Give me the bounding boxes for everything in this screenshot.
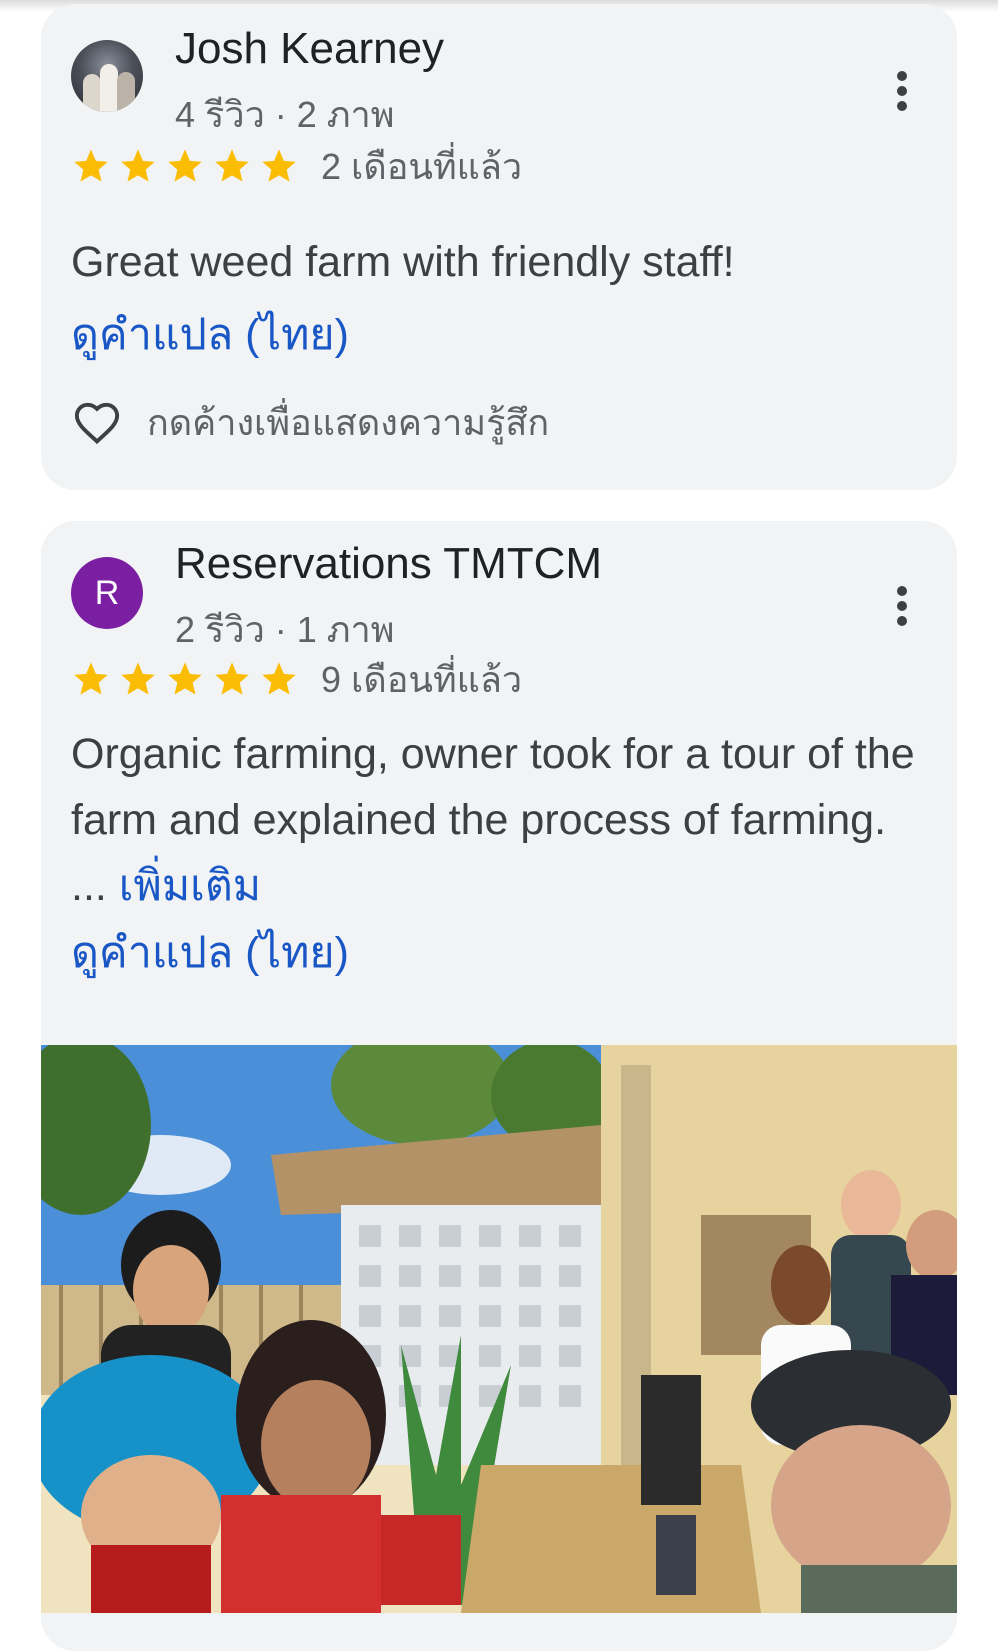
review-date: 9 เดือนที่แล้ว	[321, 658, 523, 700]
avatar[interactable]	[71, 40, 143, 112]
more-vert-icon	[897, 71, 907, 81]
star-icon	[168, 149, 202, 182]
heart-outline-icon	[74, 402, 120, 444]
more-vert-icon	[897, 586, 907, 596]
rating-stars: 9 เดือนที่แล้ว	[71, 657, 522, 701]
avatar[interactable]: R	[71, 557, 143, 629]
translate-link[interactable]: ดูคำแปล (ไทย)	[71, 918, 349, 986]
react-label: กดค้างเพื่อแสดงความรู้สึก	[147, 402, 550, 443]
reviewer-name[interactable]: Reservations TMTCM	[175, 539, 602, 589]
translate-link[interactable]: ดูคำแปล (ไทย)	[71, 300, 349, 368]
react-button[interactable]: กดค้างเพื่อแสดงความรู้สึก	[69, 394, 549, 451]
star-icon	[262, 149, 296, 182]
star-icon	[168, 662, 202, 695]
review-text: Great weed farm with friendly staff!	[71, 238, 735, 286]
star-icon	[74, 149, 108, 182]
star-icon	[215, 149, 249, 182]
review-card: Josh Kearney 4 รีวิว · 2 ภาพ 2 เดือนที่แ…	[41, 4, 957, 490]
star-icon	[121, 662, 155, 695]
reviewer-meta: 2 รีวิว · 1 ภาพ	[175, 609, 395, 650]
review-text: Organic farming, owner took for a tour o…	[71, 721, 921, 919]
more-options-button[interactable]	[887, 66, 917, 116]
rating-stars: 2 เดือนที่แล้ว	[71, 144, 522, 188]
read-more-link[interactable]: เพิ่มเติม	[119, 862, 261, 910]
reviewer-name[interactable]: Josh Kearney	[175, 24, 444, 74]
star-icon	[121, 149, 155, 182]
more-options-button[interactable]	[887, 581, 917, 631]
star-icon	[215, 662, 249, 695]
reviewer-meta: 4 รีวิว · 2 ภาพ	[175, 94, 395, 135]
star-icon	[74, 662, 108, 695]
star-icon	[262, 662, 296, 695]
review-photo[interactable]	[41, 1045, 957, 1613]
review-date: 2 เดือนที่แล้ว	[321, 145, 523, 187]
review-photo-image	[41, 1045, 957, 1613]
review-card: R Reservations TMTCM 2 รีวิว · 1 ภาพ 9 เ…	[41, 521, 957, 1651]
